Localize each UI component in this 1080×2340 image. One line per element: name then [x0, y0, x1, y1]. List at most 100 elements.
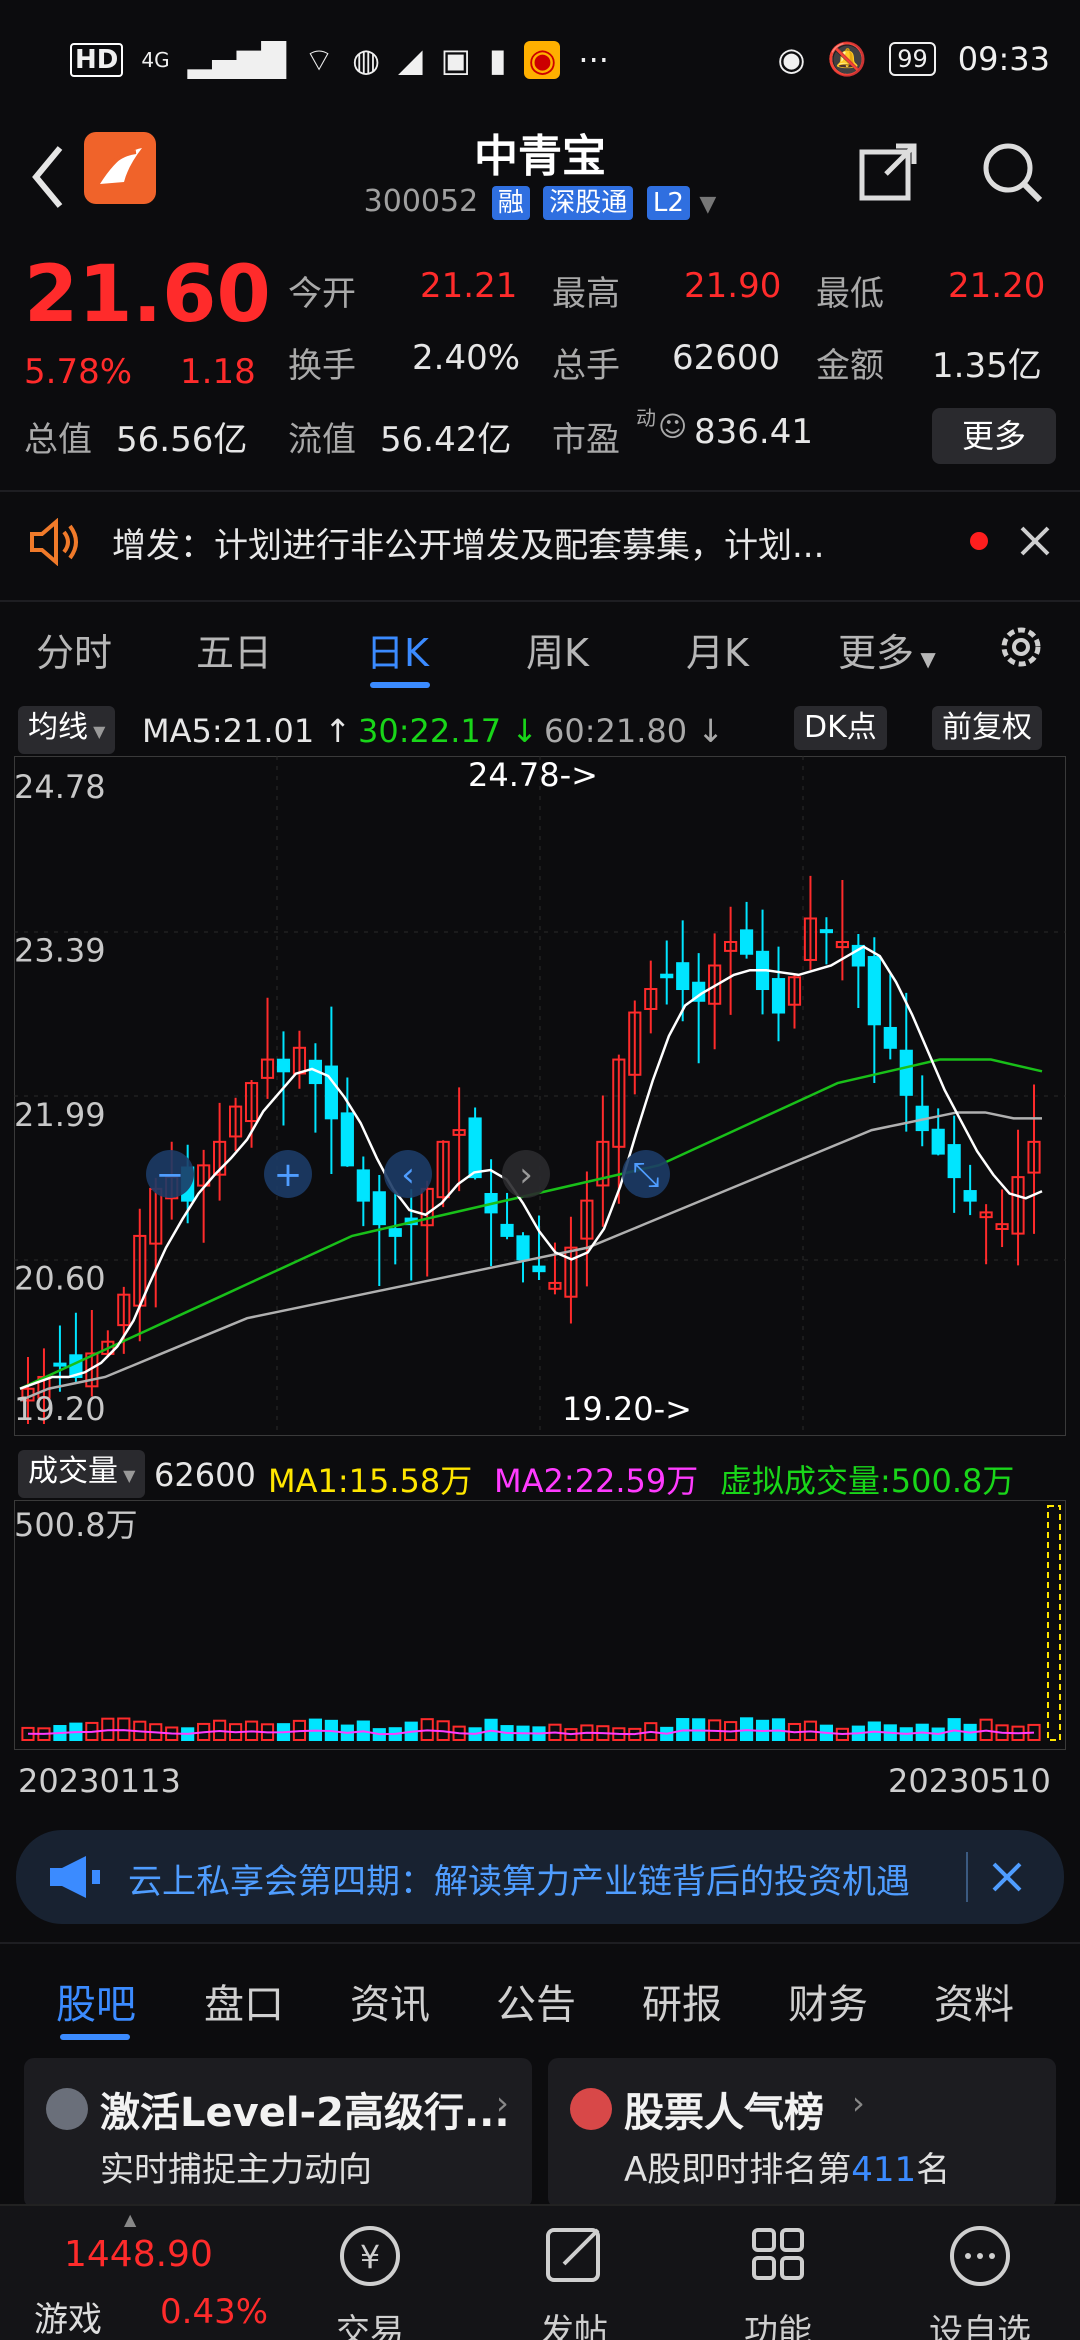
ma-legend-row: 均线 ▼ MA5:21.01 ↑ 30:22.17 ↓ 60:21.80 ↓ D… — [0, 700, 1080, 756]
volume-ma1: MA1:15.58万 — [268, 1462, 473, 1500]
active-tab-indicator — [60, 2034, 130, 2040]
open-label: 今开 — [288, 274, 356, 314]
candle-body — [388, 1228, 402, 1237]
tab-five-day[interactable]: 五日 — [196, 622, 272, 677]
tab-orderbook[interactable]: 盘口 — [204, 1972, 284, 2030]
volume-chart[interactable]: 500.8万 — [14, 1500, 1066, 1750]
tab-weekly-k[interactable]: 周K — [526, 622, 589, 677]
amount-value: 1.35亿 — [932, 346, 1042, 386]
app-icon: ▮ — [488, 41, 507, 79]
tab-monthly-k[interactable]: 月K — [686, 622, 749, 677]
weibo-icon: ◉ — [524, 41, 561, 79]
ma30-value: 30:22.17 ↓ — [358, 712, 539, 750]
divider — [966, 1852, 968, 1902]
nav-trade[interactable]: ¥ 交易 — [290, 2216, 450, 2340]
next-icon: › — [519, 1155, 533, 1195]
y-tick-label: 20.60 — [14, 1259, 106, 1297]
clock: 09:33 — [957, 40, 1050, 78]
index-name: 游戏 — [34, 2300, 102, 2340]
more-button[interactable]: 更多 — [932, 408, 1056, 464]
date-start: 20230113 — [18, 1762, 181, 1800]
candlestick-chart[interactable]: 24.78 23.39 21.99 20.60 19.20 24.78-> 19.20-> −… — [14, 756, 1066, 1436]
tab-profile[interactable]: 资料 — [934, 1972, 1014, 2030]
tab-financials[interactable]: 财务 — [788, 1972, 868, 2030]
dropdown-icon[interactable]: ▼ — [699, 192, 716, 217]
adjust-button[interactable]: 前复权 — [932, 706, 1042, 750]
candle-body — [324, 1065, 338, 1120]
popularity-card[interactable]: 股票人气榜 › A股即时排名第411名 — [548, 2058, 1056, 2208]
chevron-right-icon: › — [496, 2084, 509, 2122]
card-subtitle: 实时捕捉主力动向 — [100, 2150, 372, 2190]
search-icon[interactable] — [980, 140, 1044, 204]
card-title: 股票人气榜 — [624, 2090, 824, 2136]
nav-functions[interactable]: 功能 — [698, 2216, 858, 2340]
ma60-value: 60:21.80 ↓ — [544, 712, 725, 750]
info-icon[interactable]: ☺ — [658, 410, 687, 443]
level2-card[interactable]: 激活Level-2高级行... › 实时捕捉主力动向 — [24, 2058, 532, 2208]
pe-label: 市盈 — [552, 420, 620, 460]
tab-timeshare[interactable]: 分时 — [36, 622, 112, 677]
notice-bar[interactable]: 增发：计划进行非公开增发及配套募集，计划... — [0, 490, 1080, 590]
candle-body — [771, 978, 786, 1014]
high-label: 最高 — [552, 274, 620, 314]
tab-research[interactable]: 研报 — [642, 1972, 722, 2030]
margin-tag: 融 — [491, 186, 530, 220]
candle-body — [532, 1265, 546, 1273]
chevron-up-icon: ▲ — [124, 2210, 137, 2229]
tab-more[interactable]: 更多 ▼ — [838, 622, 936, 677]
zoom-out-icon: − — [156, 1155, 185, 1195]
y-tick-label: 24.78 — [14, 768, 106, 806]
megaphone-icon — [50, 1856, 100, 1898]
candle-body — [372, 1191, 386, 1226]
app-icon: ◢ — [398, 41, 423, 79]
index-value: 1448.90 — [64, 2234, 213, 2275]
tab-forum[interactable]: 股吧 — [56, 1972, 136, 2030]
low-value: 21.20 — [948, 266, 1046, 306]
change-value: 1.18 — [180, 352, 256, 392]
zoom-in-icon: + — [274, 1155, 303, 1195]
nav-add-watchlist[interactable]: 设自选 — [900, 2216, 1060, 2340]
date-end: 20230510 — [888, 1762, 1051, 1800]
candle-body — [931, 1128, 945, 1155]
tab-daily-k[interactable]: 日K — [366, 622, 429, 677]
candle-body — [739, 929, 754, 955]
ma-selector[interactable]: 均线 ▼ — [18, 706, 116, 754]
mktcap-label: 总值 — [24, 420, 92, 460]
date-axis: 20230113 20230510 — [0, 1756, 1080, 1806]
tab-announcements[interactable]: 公告 — [496, 1972, 576, 2030]
close-icon[interactable] — [1018, 524, 1052, 558]
ranking-icon — [570, 2088, 612, 2130]
promo-text: 云上私享会第四期：解读算力产业链背后的投资机遇 — [128, 1862, 910, 1902]
candle-body — [340, 1112, 354, 1167]
last-price: 21.60 — [24, 250, 271, 340]
dk-point-button[interactable]: DK点 — [794, 706, 887, 750]
close-icon[interactable] — [990, 1860, 1024, 1894]
volume-value: 62600 — [672, 338, 781, 378]
candle-body — [53, 1362, 67, 1367]
share-icon[interactable] — [856, 140, 920, 204]
nav-post[interactable]: 发帖 — [494, 2216, 654, 2340]
edit-icon — [546, 2228, 600, 2282]
volume-axis-label: 500.8万 — [14, 1506, 138, 1544]
pe-superscript: 动 — [636, 406, 656, 430]
quote-panel: 21.60 5.78% 1.18 今开 21.21 最高 21.90 最低 21… — [0, 240, 1080, 464]
mute-icon: 🔕 — [827, 40, 868, 78]
stock-code: 300052 — [363, 184, 479, 219]
chevron-right-icon: › — [852, 2084, 865, 2122]
nav-label: 交易 — [336, 2312, 404, 2340]
wifi-icon: ⌔ — [304, 41, 335, 79]
volume-label: 总手 — [552, 346, 620, 386]
wechat-icon: ◍ — [352, 41, 381, 79]
tab-more-label: 更多 — [838, 631, 915, 675]
volume-selector-label: 成交量 — [28, 1454, 118, 1489]
float-label: 流值 — [288, 420, 356, 460]
candle-body — [468, 1117, 482, 1179]
promo-banner[interactable]: 云上私享会第四期：解读算力产业链背后的投资机遇 — [16, 1830, 1064, 1924]
tab-news[interactable]: 资讯 — [350, 1972, 430, 2030]
candle-body — [500, 1223, 514, 1237]
settings-gear-icon[interactable] — [994, 620, 1048, 674]
volume-selector[interactable]: 成交量 ▼ — [18, 1450, 146, 1498]
candle-body — [276, 1058, 291, 1073]
card-title: 激活Level-2高级行... — [100, 2090, 510, 2136]
index-widget[interactable]: ▲ 1448.90 游戏 0.43% — [0, 2206, 270, 2340]
